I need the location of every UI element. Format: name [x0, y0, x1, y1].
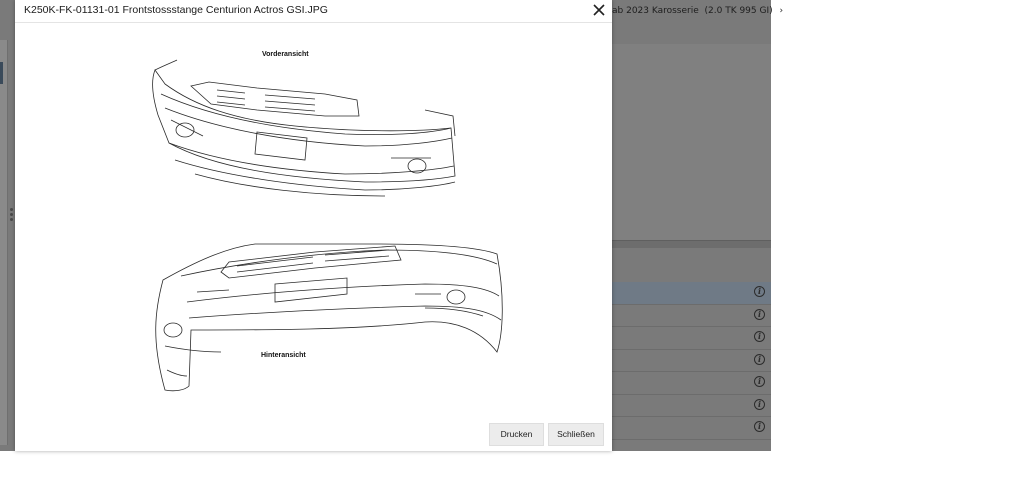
drag-handle-icon[interactable]: [10, 208, 14, 226]
bumper-drawing-image: Vorderansicht Hinteransicht: [152, 51, 503, 392]
print-button[interactable]: Drucken: [489, 423, 544, 446]
list-item[interactable]: i: [612, 395, 771, 417]
parts-list: i i i i i i i: [612, 282, 771, 440]
list-item[interactable]: i: [612, 372, 771, 395]
chevron-right-icon[interactable]: ›: [780, 6, 784, 16]
list-item[interactable]: i: [612, 282, 771, 305]
left-sidebar: [0, 40, 8, 445]
list-item[interactable]: i: [612, 417, 771, 440]
list-item[interactable]: i: [612, 305, 771, 327]
breadcrumb: ab 2023 Karosserie (2.0 TK 995 GI) ›: [612, 0, 783, 22]
info-icon[interactable]: i: [754, 331, 765, 342]
info-icon[interactable]: i: [754, 286, 765, 297]
front-bumper-sketch: [152, 59, 456, 197]
close-dialog-button[interactable]: Schließen: [548, 423, 604, 446]
image-preview-dialog: K250K-FK-01131-01 Frontstossstange Centu…: [15, 0, 612, 451]
close-icon[interactable]: [592, 3, 606, 17]
dialog-title: K250K-FK-01131-01 Frontstossstange Centu…: [24, 4, 328, 16]
sidebar-active-marker: [0, 62, 3, 84]
panel-divider: [612, 240, 771, 248]
front-view-label: Vorderansicht: [262, 51, 309, 58]
title-divider: [15, 22, 612, 23]
info-icon[interactable]: i: [754, 398, 765, 410]
rear-bumper-sketch: [155, 243, 503, 392]
preview-panel: [612, 44, 771, 240]
screen: ab 2023 Karosserie (2.0 TK 995 GI) › i i…: [0, 0, 1024, 502]
list-item[interactable]: i: [612, 327, 771, 350]
list-item[interactable]: i: [612, 350, 771, 372]
info-icon[interactable]: i: [754, 376, 765, 387]
breadcrumb-part-2[interactable]: (2.0 TK 995 GI): [705, 6, 773, 16]
info-icon[interactable]: i: [754, 308, 765, 320]
close-button[interactable]: [592, 3, 606, 17]
rear-view-label: Hinteransicht: [261, 352, 306, 359]
breadcrumb-part-1[interactable]: ab 2023 Karosserie: [612, 6, 699, 16]
info-icon[interactable]: i: [754, 353, 765, 365]
info-icon[interactable]: i: [754, 421, 765, 432]
